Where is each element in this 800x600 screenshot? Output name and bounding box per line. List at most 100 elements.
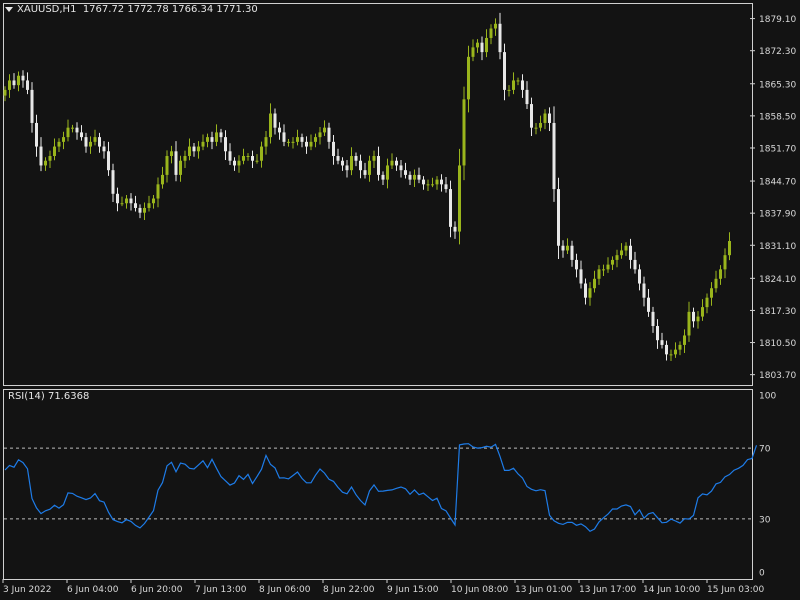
candle-body <box>323 127 326 133</box>
candle-body <box>669 354 673 356</box>
candle <box>84 132 88 153</box>
candle <box>116 187 119 212</box>
candle <box>638 264 641 291</box>
candle <box>521 74 524 98</box>
candle-body <box>143 207 146 213</box>
candle-body <box>179 160 182 175</box>
candle-body <box>273 113 277 128</box>
candle <box>539 115 542 132</box>
time-tick-label: 15 Jun 03:00 <box>707 585 764 595</box>
candle <box>300 133 304 148</box>
candle-body <box>332 141 335 157</box>
candle-body <box>89 141 92 147</box>
candle <box>426 179 430 191</box>
candle <box>318 126 322 145</box>
candle <box>647 288 650 317</box>
candle <box>467 45 470 113</box>
candle <box>80 125 83 141</box>
candle-body <box>462 99 466 166</box>
candle-body <box>71 127 74 129</box>
candle <box>710 282 713 306</box>
candle <box>287 139 290 147</box>
chart-canvas[interactable]: 1879.10 1872.30 1865.30 1858.50 1851.70 1844.… <box>0 0 800 600</box>
candle-body <box>615 255 619 260</box>
candle <box>35 114 38 157</box>
candle-body <box>579 269 583 284</box>
candle <box>273 108 277 135</box>
candle-body <box>422 179 425 185</box>
price-tick-label: 1865.30 <box>759 80 796 90</box>
candle <box>192 143 196 157</box>
candle <box>30 82 34 133</box>
candle <box>107 141 110 176</box>
candle <box>255 154 259 164</box>
candle-body <box>471 47 475 57</box>
candle-body <box>138 207 142 213</box>
candle-body <box>476 42 479 48</box>
candle <box>557 177 560 259</box>
candle <box>548 107 551 131</box>
candle-body <box>66 127 70 138</box>
candle <box>44 157 47 171</box>
candle <box>179 155 182 182</box>
candle-body <box>620 250 623 256</box>
candle <box>593 270 596 293</box>
candle-body <box>381 174 385 180</box>
candle-body <box>309 141 313 147</box>
candle <box>264 130 268 155</box>
candle <box>120 196 124 207</box>
candle <box>354 152 358 167</box>
candle-body <box>539 122 542 128</box>
candle <box>75 122 79 140</box>
candle-body <box>120 203 124 205</box>
candle <box>503 43 506 101</box>
candle-body <box>584 283 587 298</box>
candle-body <box>665 344 668 355</box>
candle <box>48 150 52 169</box>
candle-body <box>359 160 362 171</box>
candle-body <box>165 156 169 175</box>
candle-body <box>624 245 628 251</box>
candle-body <box>611 259 614 265</box>
candle <box>350 147 353 176</box>
candle <box>633 251 637 274</box>
candle <box>723 248 727 279</box>
candle-body <box>597 269 601 279</box>
candle-body <box>390 160 394 166</box>
candle <box>66 119 70 142</box>
candle <box>701 299 704 321</box>
candle <box>183 150 187 169</box>
candle-body <box>521 80 524 90</box>
candle-body <box>399 165 403 171</box>
candle <box>575 253 578 278</box>
candle <box>314 133 317 148</box>
rsi-tick-label: 100 <box>759 392 776 402</box>
candle-body <box>660 340 664 345</box>
candle <box>714 270 718 293</box>
candle <box>125 194 128 209</box>
candle-body <box>291 141 295 143</box>
candle <box>624 242 628 256</box>
time-tick-label: 8 Jun 22:00 <box>323 585 375 595</box>
candle <box>305 136 308 154</box>
candle <box>233 157 236 171</box>
candle-body <box>269 113 272 138</box>
candle-body <box>197 146 200 152</box>
candle <box>615 249 619 268</box>
price-tick-label: 1858.50 <box>759 112 796 122</box>
candle-body <box>696 316 700 322</box>
candle-body <box>215 132 218 142</box>
candle <box>228 143 232 165</box>
candle <box>251 150 254 169</box>
candle-body <box>188 146 191 157</box>
candle <box>156 177 160 208</box>
candle <box>498 12 502 60</box>
time-tick-label: 9 Jun 15:00 <box>387 585 439 595</box>
candle-body <box>287 141 290 143</box>
rsi-tick-label: 70 <box>759 445 771 455</box>
candle <box>395 157 398 171</box>
candle <box>602 264 605 276</box>
candle-body <box>341 160 344 166</box>
candle-body <box>251 156 254 161</box>
candle <box>525 81 529 110</box>
